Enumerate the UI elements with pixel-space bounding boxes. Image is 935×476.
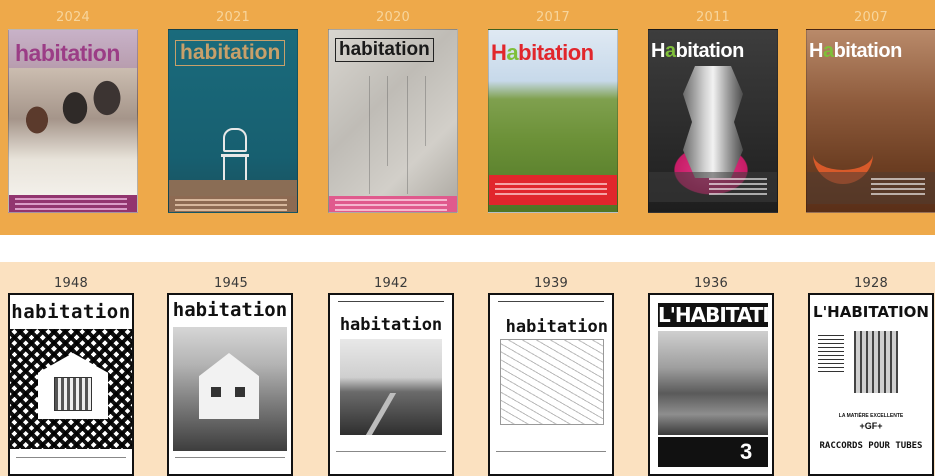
cover-masthead: habitation [11, 301, 131, 323]
map-illustration [500, 339, 604, 425]
cover-1928[interactable]: L'HABITATION LA MATIÈRE EXCELLENTE +GF+ … [808, 293, 934, 476]
cover-2020[interactable]: habitation [328, 29, 458, 213]
road-photo [340, 339, 442, 435]
year-label-2011: 2011 [696, 10, 730, 25]
cover-footer [329, 196, 457, 212]
archive-covers-band [0, 262, 935, 476]
issue-number: 3 [740, 439, 753, 464]
cover-masthead: habitation [175, 40, 286, 66]
cover-1936[interactable]: L'HABITATION 3 [648, 293, 774, 476]
year-label-1936: 1936 [694, 276, 728, 291]
cover-1939[interactable]: habitation [488, 293, 614, 476]
cover-footer [169, 196, 297, 212]
year-label-1942: 1942 [374, 276, 408, 291]
building-illustration [854, 331, 898, 393]
cover-1945[interactable]: habitation [167, 293, 293, 476]
year-label-2017: 2017 [536, 10, 570, 25]
year-label-2020: 2020 [376, 10, 410, 25]
cover-2024[interactable]: habitation [8, 29, 138, 213]
cover-masthead: habitation [15, 40, 120, 66]
cover-footer [649, 172, 777, 202]
cover-2007[interactable]: Habitation [806, 29, 935, 213]
cover-1948[interactable]: habitation [8, 293, 134, 476]
coffee-pot-illustration [683, 66, 743, 178]
year-label-1928: 1928 [854, 276, 888, 291]
cover-1942[interactable]: habitation [328, 293, 454, 476]
aerial-photo [658, 331, 768, 435]
ad-line: LA MATIÈRE EXCELLENTE [838, 413, 904, 419]
chair-illustration [221, 128, 249, 180]
year-label-2024: 2024 [56, 10, 90, 25]
cover-masthead: habitation [339, 315, 443, 335]
recent-covers-band [0, 0, 935, 235]
cover-photo [9, 68, 137, 195]
year-label-1948: 1948 [54, 276, 88, 291]
cover-masthead: L'HABITATION [658, 303, 772, 327]
cover-2017[interactable]: Habitation [488, 29, 618, 213]
cover-2011[interactable]: Habitation [648, 29, 778, 213]
cover-footer [807, 172, 935, 204]
cover-masthead: Habitation [491, 40, 594, 65]
cover-masthead: habitation [335, 38, 434, 62]
cover-masthead: habitation [505, 317, 608, 337]
cover-masthead: Habitation [809, 40, 902, 62]
cover-2021[interactable]: habitation [168, 29, 298, 213]
cover-masthead: Habitation [651, 40, 744, 62]
cover-masthead: L'HABITATION [813, 303, 929, 321]
ad-headline: RACCORDS POUR TUBES [819, 441, 923, 451]
ad-logo: +GF+ [859, 421, 883, 431]
year-label-2021: 2021 [216, 10, 250, 25]
cover-footer [9, 195, 137, 212]
year-label-1939: 1939 [534, 276, 568, 291]
cover-masthead: habitation [172, 299, 288, 321]
year-label-1945: 1945 [214, 276, 248, 291]
year-label-2007: 2007 [854, 10, 888, 25]
cover-footer [489, 175, 617, 205]
